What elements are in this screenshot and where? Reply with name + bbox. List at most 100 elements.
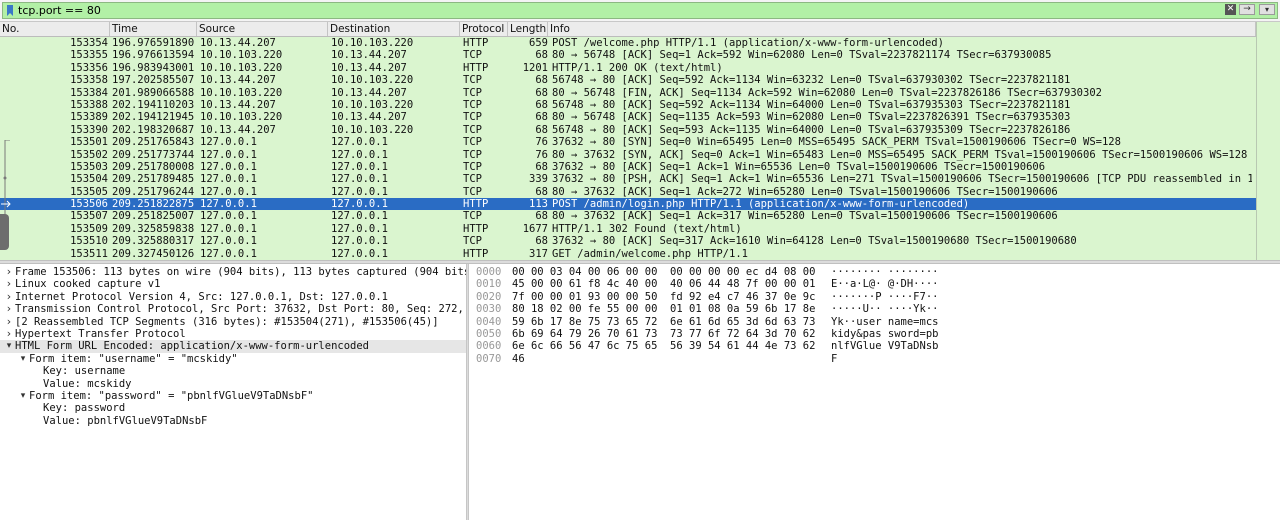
column-header-no[interactable]: No. [0,22,110,36]
packet-row[interactable]: 153388 202.194110203 10.13.44.207 10.10.103… [0,99,1256,111]
hex-bytes[interactable]: 45 00 00 61 f8 4c 40 00 40 06 44 48 7f 0… [512,278,815,290]
hex-offset[interactable]: 0070 [476,353,501,365]
detail-tree-item[interactable]: › Internet Protocol Version 4, Src: 127.0… [0,290,466,303]
packet-source: 10.13.44.207 [200,74,276,87]
packet-destination: 10.10.103.220 [331,37,414,49]
detail-tree-item[interactable]: › Linux cooked capture v1 [0,277,466,290]
packet-list[interactable]: No. Time Source Destination Protocol Length In… [0,22,1256,260]
clear-icon[interactable]: ✕ [1225,4,1236,15]
packet-row[interactable]: 153389 202.194121945 10.10.103.220 10.13.44… [0,111,1256,123]
hex-offset[interactable]: 0000 [476,266,501,278]
packet-info: 37632 → 80 [ACK] Seq=1 Ack=1 Win=65536 L… [552,160,1046,173]
hex-bytes[interactable]: 6b 69 64 79 26 70 61 73 73 77 6f 72 64 3… [512,328,815,340]
chevron-right-icon[interactable]: › [4,277,14,290]
packet-protocol: TCP [463,49,482,62]
packet-row[interactable]: 153509 209.325859838 127.0.0.1 127.0.0.1 HTT… [0,223,1256,235]
display-filter-input[interactable]: tcp.port == 80 ✕ → ▾ [2,2,1278,19]
packet-time: 202.194121945 [112,111,195,124]
packet-row-selected[interactable]: 153506 209.251822875 127.0.0.1 127.0.0.1 HTT… [0,198,1256,211]
chevron-down-icon[interactable]: ▾ [4,340,14,352]
packet-row[interactable]: 153355 196.976613594 10.10.103.220 10.13.44… [0,49,1256,61]
packet-row[interactable]: 153505 209.251796244 127.0.0.1 127.0.0.1 TCP… [0,186,1256,198]
hex-ascii[interactable]: Yk··user name=mcs [831,316,938,328]
packet-length: 68 [535,123,548,136]
hex-ascii[interactable]: kidy&pas sword=pb [831,328,938,340]
packet-row[interactable]: 153507 209.251825007 127.0.0.1 127.0.0.1 TCP… [0,210,1256,222]
packet-destination: 127.0.0.1 [331,185,388,198]
detail-tree-item[interactable]: ▾ Form item: "password" = "pbnlfVGlueV9Ta… [0,390,466,402]
chevron-down-icon[interactable]: ▾ [18,353,28,365]
hex-ascii[interactable]: ········ ········ [831,266,938,278]
hex-ascii[interactable]: F [831,353,837,365]
packet-info: 37632 → 80 [ACK] Seq=317 Ack=1610 Win=64… [552,235,1077,248]
hex-ascii[interactable]: ·····U·· ····Yk·· [831,303,938,315]
packet-list-minimap-scrollbar[interactable] [1256,22,1280,260]
bookmark-icon[interactable] [6,5,14,16]
packet-time: 209.251796244 [112,185,195,198]
hex-ascii[interactable]: E··a·L@· @·DH···· [831,278,938,290]
detail-tree-item[interactable]: › Frame 153506: 113 bytes on wire (904 bi… [0,265,466,278]
packet-info: HTTP/1.1 302 Found (text/html) [552,222,742,235]
column-header-time[interactable]: Time [110,22,197,36]
packet-no: 153354 [70,37,108,49]
packet-row[interactable]: 153503 209.251780008 127.0.0.1 127.0.0.1 TCP… [0,161,1256,173]
packet-row[interactable]: 153390 202.198320687 10.13.44.207 10.10.103… [0,124,1256,136]
packet-row[interactable]: 153356 196.983943001 10.10.103.220 10.13.44… [0,62,1256,74]
side-drag-handle[interactable] [0,214,9,250]
packet-row[interactable]: 153358 197.202585507 10.13.44.207 10.10.103… [0,74,1256,86]
detail-tree-label: Key: password [43,402,126,415]
column-header-length[interactable]: Length [508,22,548,36]
hex-offset[interactable]: 0030 [476,303,501,315]
column-header-source[interactable]: Source [197,22,328,36]
packet-info: HTTP/1.1 200 OK (text/html) [552,61,723,74]
column-header-destination[interactable]: Destination [328,22,460,36]
packet-row[interactable]: 153502 209.251773744 127.0.0.1 127.0.0.1 TCP… [0,149,1256,161]
column-header-info[interactable]: Info [548,22,1256,36]
hex-bytes[interactable]: 7f 00 00 01 93 00 00 50 fd 92 e4 c7 46 3… [512,291,815,303]
chevron-down-icon[interactable]: ▾ [18,390,28,402]
column-header-protocol[interactable]: Protocol [460,22,508,36]
packet-details-pane[interactable]: › Frame 153506: 113 bytes on wire (904 bi… [0,264,466,520]
hex-ascii[interactable]: ·······P ····F7·· [831,291,938,303]
packet-source: 127.0.0.1 [200,185,257,198]
hex-ascii[interactable]: nlfVGlue V9TaDNsb [831,340,938,352]
packet-no: 153389 [70,111,108,124]
detail-tree-item[interactable]: Value: mcskidy [0,378,466,390]
chevron-right-icon[interactable]: › [4,302,14,315]
detail-tree-item[interactable]: › Transmission Control Protocol, Src Port… [0,302,466,315]
packet-length: 68 [535,185,548,198]
detail-tree-item[interactable]: Key: password [0,402,466,414]
packet-row[interactable]: 153501 209.251765843 127.0.0.1 127.0.0.1 TCP… [0,136,1256,148]
packet-no: 153390 [70,123,108,136]
packet-no: 153356 [70,61,108,74]
packet-row[interactable]: 153384 201.989066588 10.10.103.220 10.13.44… [0,87,1256,99]
packet-row[interactable]: 153511 209.327450126 127.0.0.1 127.0.0.1 HTT… [0,248,1256,260]
packet-protocol: TCP [463,173,482,186]
hex-offset[interactable]: 0010 [476,278,501,290]
detail-tree-item[interactable]: Key: username [0,365,466,377]
arrow-right-icon[interactable]: → [1239,4,1255,15]
detail-tree-item[interactable]: ▾ Form item: "username" = "mcskidy" [0,353,466,365]
hex-bytes[interactable]: 00 00 03 04 00 06 00 00 00 00 00 00 ec d… [512,266,815,278]
packet-row[interactable]: 153354 196.976591890 10.13.44.207 10.10.103… [0,37,1256,49]
packet-row[interactable]: 153504 209.251789485 127.0.0.1 127.0.0.1 TCP… [0,173,1256,185]
detail-tree-label: Hypertext Transfer Protocol [15,327,186,340]
chevron-down-icon[interactable]: ▾ [1259,4,1275,15]
packet-source: 127.0.0.1 [200,247,257,260]
detail-tree-item[interactable]: › [2 Reassembled TCP Segments (316 bytes)… [0,315,466,328]
hex-bytes[interactable]: 80 18 02 00 fe 55 00 00 01 01 08 0a 59 6… [512,303,815,315]
detail-tree-item[interactable]: Value: pbnlfVGlueV9TaDNsbF [0,415,466,427]
hex-bytes[interactable]: 59 6b 17 8e 75 73 65 72 6e 61 6d 65 3d 6… [512,316,815,328]
detail-tree-item[interactable]: › Hypertext Transfer Protocol [0,327,466,340]
detail-tree-item[interactable]: ▾ HTML Form URL Encoded: application/x-ww… [0,340,466,353]
hex-bytes[interactable]: 6e 6c 66 56 47 6c 75 65 56 39 54 61 44 4… [512,340,815,352]
packet-row[interactable]: 153510 209.325880317 127.0.0.1 127.0.0.1 TCP… [0,235,1256,247]
hex-offset[interactable]: 0040 [476,316,501,328]
hex-bytes[interactable]: 46 [512,353,525,365]
hex-offset[interactable]: 0060 [476,340,501,352]
packet-bytes-pane[interactable]: 0000 00 00 03 04 00 06 00 00 00 00 00 00 … [469,264,1280,520]
packet-no: 153510 [70,235,108,248]
hex-offset[interactable]: 0050 [476,328,501,340]
chevron-right-icon[interactable]: › [4,327,14,340]
hex-offset[interactable]: 0020 [476,291,501,303]
